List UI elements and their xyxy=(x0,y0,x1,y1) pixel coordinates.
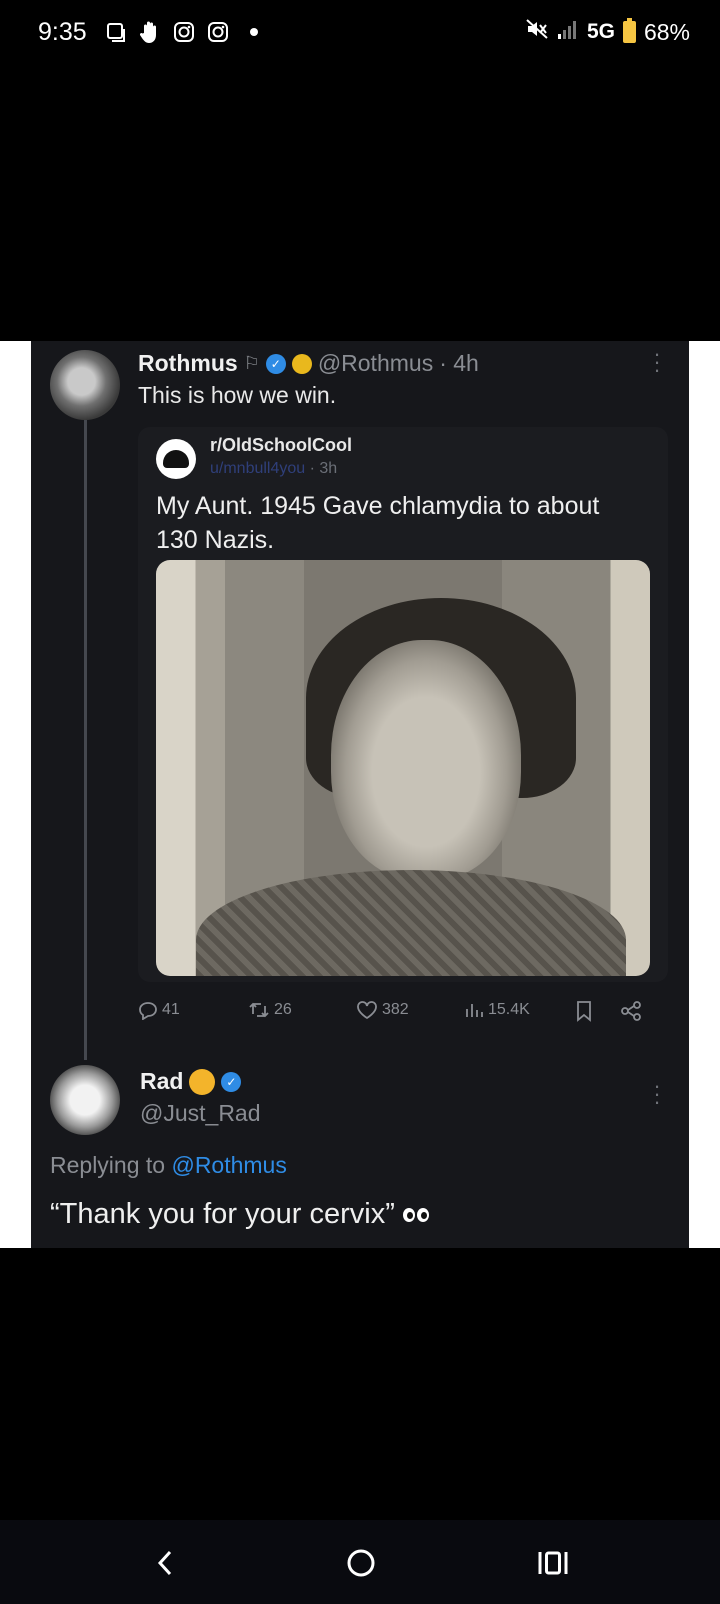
heart-icon xyxy=(357,1001,377,1020)
reply-text-row: “Thank you for your cervix” xyxy=(50,1198,429,1231)
kiss-emoji-icon xyxy=(189,1068,216,1095)
reddit-username: u/mnbull4you xyxy=(210,460,306,477)
replying-to: Replying to @Rothmus xyxy=(50,1152,287,1179)
back-icon xyxy=(157,1550,172,1576)
home-button[interactable] xyxy=(336,1538,386,1588)
mention-link: @Rothmus xyxy=(171,1152,287,1178)
more-icon: · · · xyxy=(653,1073,661,1114)
eyes-emoji-icon xyxy=(402,1207,429,1222)
quote-text: My Aunt. 1945 Gave chlamydia to about 13… xyxy=(156,492,600,554)
system-status: 5G 68% xyxy=(525,18,690,46)
instagram-icon xyxy=(172,20,196,44)
verified-icon: ✓ xyxy=(265,353,286,374)
verified-icon: ✓ xyxy=(221,1071,242,1092)
screenshot-icon xyxy=(104,20,128,44)
post-text: This is how we win. xyxy=(138,382,337,408)
bookmark-icon xyxy=(574,1000,594,1022)
subreddit-name: r/OldSchoolCool xyxy=(210,435,352,455)
avatar xyxy=(50,1065,120,1135)
like-count: 382 xyxy=(356,1000,409,1020)
comment-icon xyxy=(139,1002,157,1020)
view-count: 15.4K xyxy=(464,1000,530,1020)
home-icon xyxy=(347,1549,375,1577)
recents-icon xyxy=(538,1551,568,1575)
author-name: Rothmus xyxy=(138,350,238,376)
quote-card: r/OldSchoolCool u/mnbull4you · 3h My Aun… xyxy=(138,427,668,982)
status-time: 9:35 xyxy=(38,18,87,46)
reddit-user: u/mnbull4you · 3h xyxy=(210,460,337,478)
reply-text: “Thank you for your cervix” xyxy=(50,1198,395,1230)
network-label: 5G xyxy=(586,20,615,43)
portrait-photo xyxy=(156,560,650,976)
notification-icons xyxy=(104,20,258,44)
post-header: Rothmus ⚐ ✓ @Rothmus · 4h xyxy=(138,350,479,377)
repost-count: 26 xyxy=(248,1000,292,1020)
reply-header: Rad ✓ xyxy=(140,1068,242,1095)
repost-icon xyxy=(249,1002,269,1018)
flag-icon: ⚐ xyxy=(243,353,260,373)
replying-prefix: Replying to xyxy=(50,1152,172,1178)
signal-icon xyxy=(557,18,579,46)
back-button[interactable] xyxy=(140,1538,190,1588)
hand-icon xyxy=(138,20,162,44)
battery-percent: 68% xyxy=(643,18,690,45)
views-icon xyxy=(466,1004,483,1017)
post-time: · 4h xyxy=(439,350,479,376)
post-actions: 41 26 382 15.4K xyxy=(138,1000,668,1028)
reply-count: 41 xyxy=(138,1000,180,1020)
more-icon: · · · xyxy=(653,341,661,382)
share-icon xyxy=(620,1000,642,1022)
reply-author-name: Rad xyxy=(140,1068,184,1094)
battery-icon xyxy=(622,18,636,43)
status-bar: 9:35 5G 68% xyxy=(0,0,720,70)
instagram-icon xyxy=(206,20,230,44)
gold-badge-icon xyxy=(291,353,312,374)
author-handle: @Rothmus xyxy=(317,350,434,376)
navigation-bar xyxy=(0,1520,720,1604)
avatar xyxy=(50,350,120,420)
recents-button[interactable] xyxy=(528,1538,578,1588)
reddit-time: · 3h xyxy=(309,460,338,477)
thread-line xyxy=(84,420,87,1060)
dot-icon xyxy=(250,28,258,36)
reddit-avatar xyxy=(156,439,196,479)
mute-icon xyxy=(525,18,549,46)
reply-author-handle: @Just_Rad xyxy=(140,1100,261,1126)
